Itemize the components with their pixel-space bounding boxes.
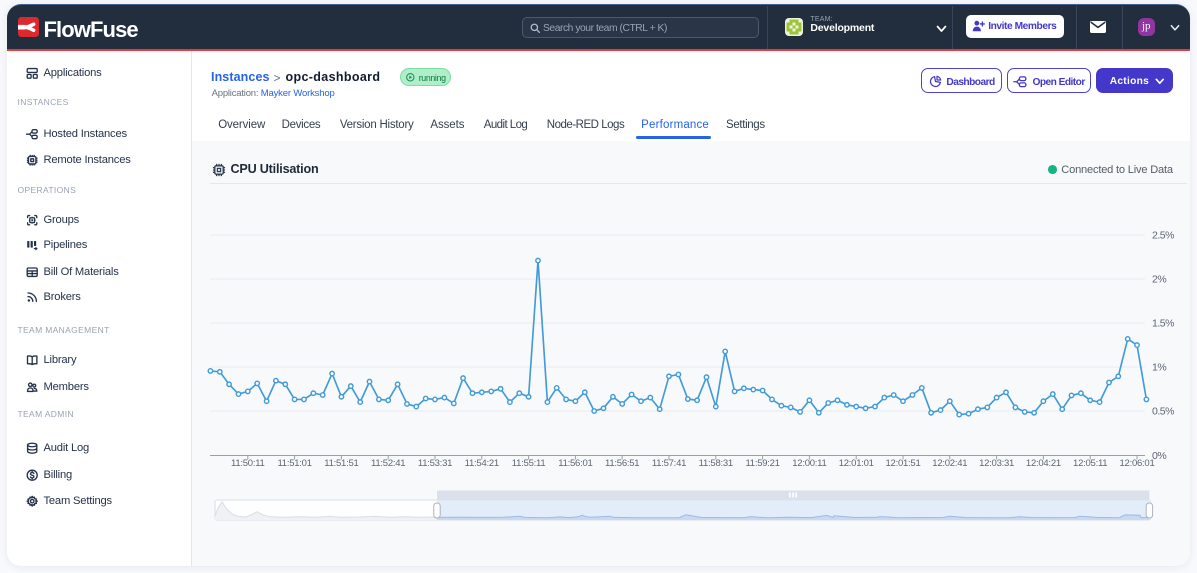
svg-text:12:01:01: 12:01:01 [839, 458, 874, 469]
svg-text:1%: 1% [1152, 362, 1166, 374]
svg-text:11:59:21: 11:59:21 [745, 458, 779, 469]
svg-text:12:04:21: 12:04:21 [1026, 458, 1061, 469]
svg-text:11:56:01: 11:56:01 [558, 458, 592, 469]
svg-text:12:06:01: 12:06:01 [1120, 458, 1155, 469]
svg-text:0.5%: 0.5% [1152, 406, 1174, 418]
svg-text:12:05:11: 12:05:11 [1073, 458, 1107, 469]
svg-text:12:02:41: 12:02:41 [932, 458, 967, 469]
svg-text:11:50:11: 11:50:11 [231, 458, 265, 469]
svg-text:11:54:21: 11:54:21 [465, 458, 499, 469]
svg-text:11:53:31: 11:53:31 [418, 458, 452, 469]
svg-text:2%: 2% [1152, 274, 1166, 286]
svg-text:11:51:51: 11:51:51 [324, 458, 358, 469]
svg-text:1.5%: 1.5% [1152, 318, 1174, 330]
svg-text:11:52:41: 11:52:41 [371, 458, 405, 469]
svg-text:11:55:11: 11:55:11 [512, 458, 546, 469]
svg-text:2.5%: 2.5% [1152, 230, 1174, 242]
svg-text:11:57:41: 11:57:41 [652, 458, 686, 469]
svg-text:11:58:31: 11:58:31 [699, 458, 733, 469]
svg-text:12:01:51: 12:01:51 [886, 458, 921, 469]
svg-text:11:56:51: 11:56:51 [605, 458, 639, 469]
svg-text:12:03:31: 12:03:31 [979, 458, 1014, 469]
svg-text:12:00:11: 12:00:11 [792, 458, 826, 469]
svg-text:11:51:01: 11:51:01 [277, 458, 311, 469]
